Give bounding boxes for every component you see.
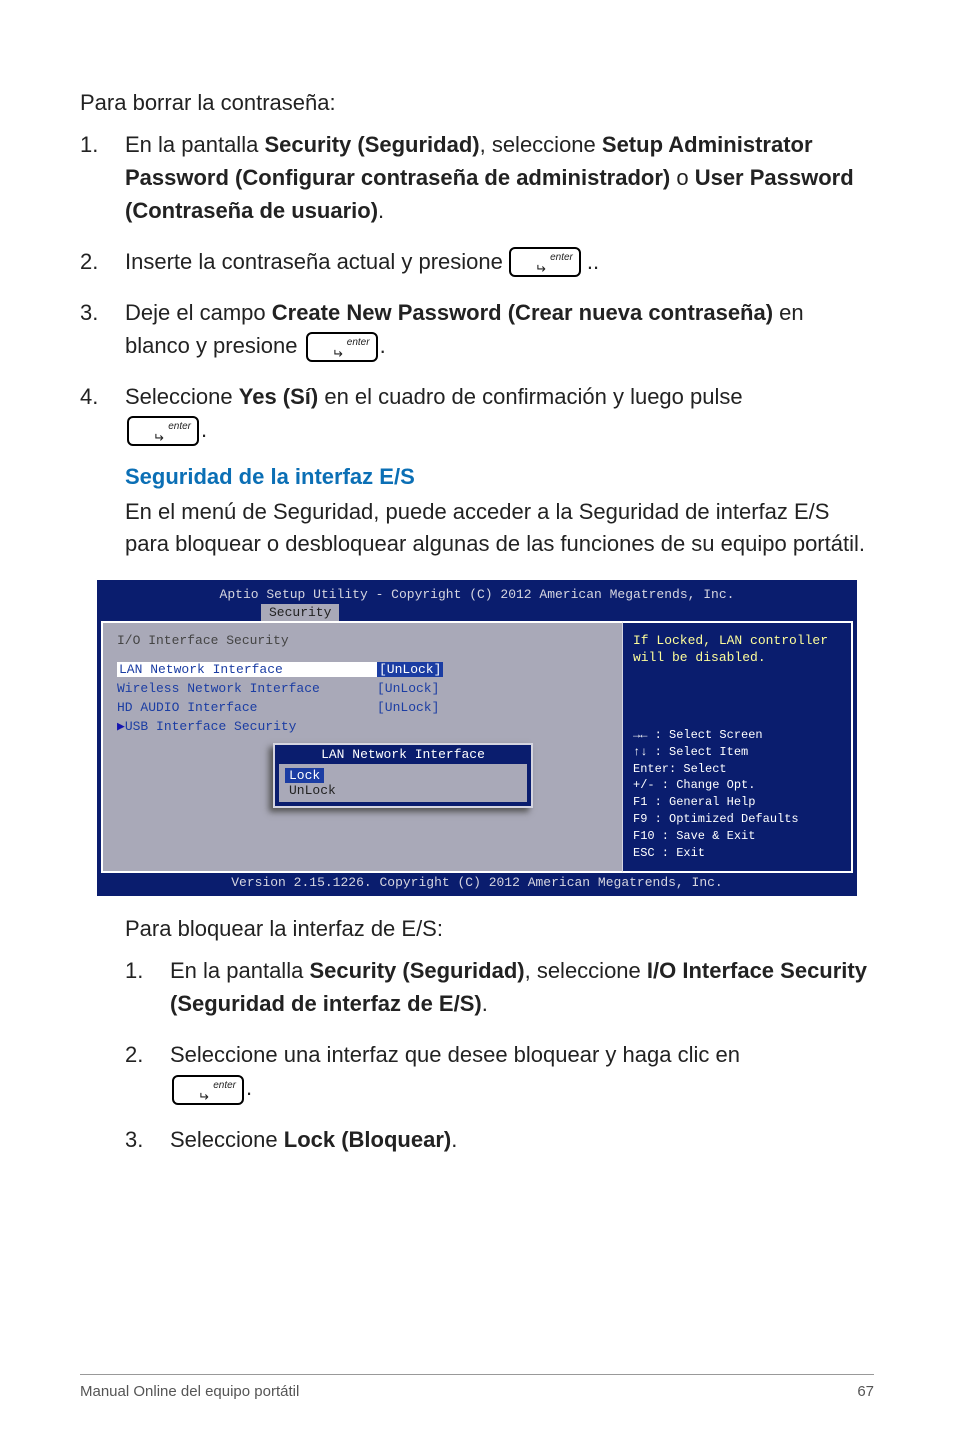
bios-right-panel: If Locked, LAN controller will be disabl… [623, 621, 853, 873]
footer-left: Manual Online del equipo portátil [80, 1383, 299, 1400]
lock-interface-steps: 1. En la pantalla Security (Seguridad), … [125, 954, 874, 1155]
step-number: 1. [80, 128, 125, 227]
bold-text: Security (Seguridad) [309, 958, 524, 983]
text: . [201, 417, 207, 442]
intro-text: Para borrar la contraseña: [80, 90, 874, 116]
bios-left-panel: I/O Interface Security LAN Network Inter… [101, 621, 623, 873]
step-content: Seleccione Lock (Bloquear). [170, 1123, 874, 1156]
step-content: Seleccione una interfaz que desee bloque… [170, 1038, 874, 1104]
enter-key-icon [127, 416, 199, 446]
enter-key-icon [509, 247, 581, 277]
bios-row-label: Wireless Network Interface [117, 681, 377, 696]
bios-row-lan: LAN Network Interface [UnLock] [117, 662, 608, 677]
bios-row-hdaudio: HD AUDIO Interface [UnLock] [117, 700, 608, 715]
after-step-3: 3. Seleccione Lock (Bloquear). [125, 1123, 874, 1156]
bold-text: Lock (Bloquear) [284, 1127, 451, 1152]
bios-overlay-title: LAN Network Interface [275, 747, 531, 762]
clear-password-steps: 1. En la pantalla Security (Seguridad), … [80, 128, 874, 446]
bios-title-text: Aptio Setup Utility - Copyright (C) 2012… [101, 587, 853, 602]
step-2: 2. Inserte la contraseña actual y presio… [80, 245, 874, 278]
step-number: 3. [80, 296, 125, 362]
step-4: 4. Seleccione Yes (Sí) en el cuadro de c… [80, 380, 874, 446]
bios-overlay-unlock: UnLock [285, 783, 340, 798]
section-body: En el menú de Seguridad, puede acceder a… [80, 496, 874, 560]
step-content: Seleccione Yes (Sí) en el cuadro de conf… [125, 380, 874, 446]
step-number: 3. [125, 1123, 170, 1156]
shortcut-line: Enter: Select [633, 761, 841, 778]
section-heading: Seguridad de la interfaz E/S [80, 464, 874, 490]
text: o [670, 165, 694, 190]
bios-panel-header: I/O Interface Security [117, 633, 608, 648]
bios-tab-security: Security [261, 604, 339, 621]
step-number: 2. [125, 1038, 170, 1104]
shortcut-line: ↑↓ : Select Item [633, 744, 841, 761]
text: en el cuadro de confirmación y luego pul… [318, 384, 742, 409]
step-content: Inserte la contraseña actual y presione … [125, 245, 874, 278]
text: En la pantalla [125, 132, 264, 157]
bios-overlay-body: Lock UnLock [279, 764, 527, 802]
enter-key-icon [172, 1075, 244, 1105]
text: . [482, 991, 488, 1016]
shortcut-line: ESC : Exit [633, 845, 841, 862]
step-3: 3. Deje el campo Create New Password (Cr… [80, 296, 874, 362]
text: En la pantalla [170, 958, 309, 983]
text: . [451, 1127, 457, 1152]
text: . [378, 198, 384, 223]
text: , seleccione [525, 958, 647, 983]
step-number: 4. [80, 380, 125, 446]
text: Seleccione [170, 1127, 284, 1152]
bios-footer: Version 2.15.1226. Copyright (C) 2012 Am… [101, 873, 853, 892]
text: Deje el campo [125, 300, 272, 325]
bios-row-label: USB Interface Security [125, 719, 385, 734]
bold-text: Security (Seguridad) [264, 132, 479, 157]
text: , seleccione [480, 132, 602, 157]
bios-screenshot: Aptio Setup Utility - Copyright (C) 2012… [97, 580, 857, 896]
text: . [380, 333, 386, 358]
after-step-1: 1. En la pantalla Security (Seguridad), … [125, 954, 874, 1020]
shortcut-line: +/- : Change Opt. [633, 777, 841, 794]
page-footer: Manual Online del equipo portátil 67 [80, 1374, 874, 1400]
shortcut-line: F1 : General Help [633, 794, 841, 811]
step-number: 2. [80, 245, 125, 278]
bios-row-usb: ▶USB Interface Security [117, 719, 608, 734]
bios-row-value: [UnLock] [377, 662, 443, 677]
bios-titlebar: Aptio Setup Utility - Copyright (C) 2012… [101, 584, 853, 621]
bios-shortcuts: →← : Select Screen ↑↓ : Select Item Ente… [633, 727, 841, 861]
bios-row-wireless: Wireless Network Interface [UnLock] [117, 681, 608, 696]
after-step-2: 2. Seleccione una interfaz que desee blo… [125, 1038, 874, 1104]
footer-page-number: 67 [857, 1383, 874, 1400]
shortcut-line: →← : Select Screen [633, 727, 841, 744]
text: Seleccione una interfaz que desee bloque… [170, 1042, 740, 1067]
bios-row-label: HD AUDIO Interface [117, 700, 377, 715]
bold-text: Create New Password (Crear nueva contras… [272, 300, 773, 325]
step-number: 1. [125, 954, 170, 1020]
bios-overlay-lock: Lock [285, 768, 324, 783]
step-content: En la pantalla Security (Seguridad), sel… [170, 954, 874, 1020]
bios-main: I/O Interface Security LAN Network Inter… [101, 621, 853, 873]
enter-key-icon [306, 332, 378, 362]
step-content: Deje el campo Create New Password (Crear… [125, 296, 874, 362]
bios-overlay-dialog: LAN Network Interface Lock UnLock [273, 743, 533, 808]
bold-text: Yes (Sí) [239, 384, 318, 409]
shortcut-line: F9 : Optimized Defaults [633, 811, 841, 828]
after-intro-text: Para bloquear la interfaz de E/S: [125, 916, 874, 942]
text: .. [587, 245, 599, 278]
step-content: En la pantalla Security (Seguridad), sel… [125, 128, 874, 227]
step-1: 1. En la pantalla Security (Seguridad), … [80, 128, 874, 227]
bios-row-label: LAN Network Interface [117, 662, 377, 677]
text: . [246, 1075, 252, 1100]
text: Seleccione [125, 384, 239, 409]
text: Inserte la contraseña actual y presione [125, 245, 503, 278]
shortcut-line: F10 : Save & Exit [633, 828, 841, 845]
bios-row-value: [UnLock] [377, 681, 439, 696]
bios-row-value: [UnLock] [377, 700, 439, 715]
bios-help-text: If Locked, LAN controller will be disabl… [633, 633, 841, 667]
